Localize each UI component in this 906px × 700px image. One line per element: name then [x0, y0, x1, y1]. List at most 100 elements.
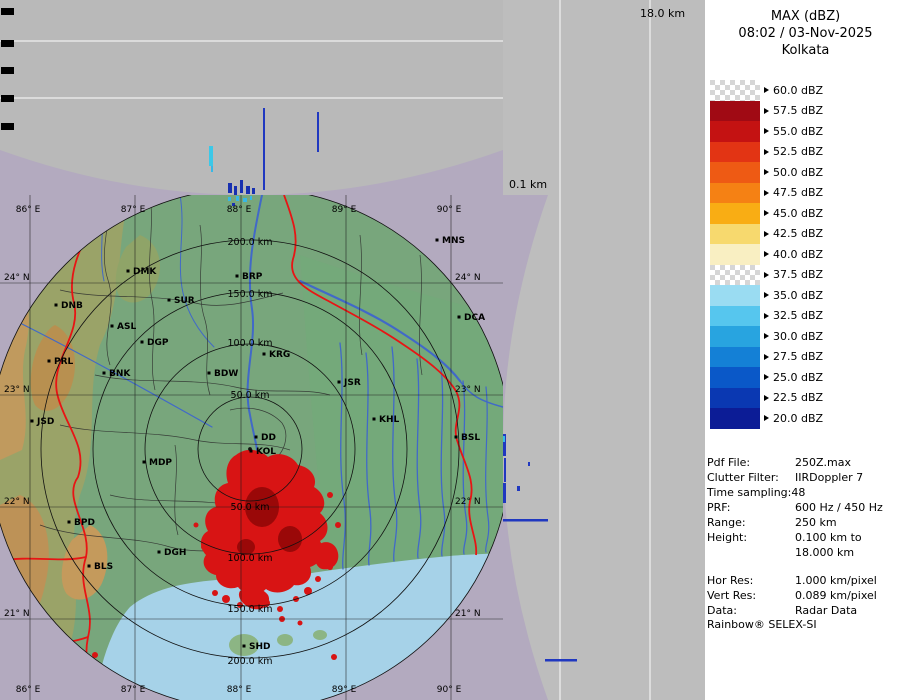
vendor-footer: Rainbow® SELEX-SI	[707, 618, 904, 631]
city-dot	[141, 341, 144, 344]
lat-label: 21° N	[455, 609, 481, 619]
city-label: MDP	[149, 458, 172, 468]
city-dot	[168, 299, 171, 302]
legend-panel: MAX (dBZ) 08:02 / 03-Nov-2025 Kolkata 60…	[705, 0, 906, 700]
scale-tick-arrow-icon	[764, 231, 769, 237]
top-height-profile-panel	[0, 0, 503, 195]
range-ring-label: 100.0 km	[228, 553, 273, 564]
city-dot	[103, 372, 106, 375]
scale-tick-arrow-icon	[764, 272, 769, 278]
city-dot	[68, 521, 71, 524]
product-datetime: 08:02 / 03-Nov-2025	[705, 25, 906, 42]
lon-label: 89° E	[332, 205, 357, 215]
scale-row: 30.0 dBZ	[710, 326, 823, 347]
city-dot	[436, 239, 439, 242]
side-profile-svg	[503, 0, 705, 700]
metadata-label	[707, 545, 795, 560]
metadata-label: Height:	[707, 530, 795, 545]
scale-row: 45.0 dBZ	[710, 203, 823, 224]
city-label: SUR	[174, 296, 195, 306]
scale-tick-arrow-icon	[764, 149, 769, 155]
scale-swatch	[710, 326, 760, 347]
scale-label: 42.5 dBZ	[773, 227, 823, 240]
scale-row: 37.5 dBZ	[710, 265, 823, 286]
scale-tick-arrow-icon	[764, 415, 769, 421]
city-label: BDW	[214, 369, 238, 379]
range-ring-label: 200.0 km	[228, 237, 273, 248]
scale-label: 30.0 dBZ	[773, 330, 823, 343]
metadata-block: Pdf File:250Z.maxClutter Filter:IIRDoppl…	[707, 455, 904, 618]
city-label: JSR	[343, 378, 361, 388]
lon-label: 88° E	[227, 685, 252, 695]
metadata-value: 600 Hz / 450 Hz	[795, 500, 883, 515]
scale-swatch	[710, 306, 760, 327]
city-label: KOL	[256, 447, 276, 457]
scale-swatch	[710, 388, 760, 409]
scale-row: 60.0 dBZ	[710, 80, 823, 101]
metadata-label: Vert Res:	[707, 588, 795, 603]
lon-label: 87° E	[121, 685, 146, 695]
range-ring-label: 200.0 km	[228, 656, 273, 667]
scale-swatch	[710, 162, 760, 183]
metadata-row: Height:0.100 km to	[707, 530, 904, 545]
station-name: Kolkata	[705, 42, 906, 59]
scale-swatch	[710, 142, 760, 163]
metadata-value: IIRDoppler 7	[795, 470, 863, 485]
scale-swatch	[710, 408, 760, 429]
lon-label: 86° E	[16, 685, 41, 695]
range-ring-label: 100.0 km	[228, 338, 273, 349]
scale-tick-arrow-icon	[764, 395, 769, 401]
metadata-value: 0.100 km to	[795, 530, 862, 545]
lat-label: 24° N	[455, 273, 481, 283]
lat-label: 23° N	[4, 385, 30, 395]
scale-tick-arrow-icon	[764, 374, 769, 380]
metadata-value: 18.000 km	[795, 545, 854, 560]
city-dot	[208, 372, 211, 375]
scale-row: 22.5 dBZ	[710, 388, 823, 409]
scale-row: 47.5 dBZ	[710, 183, 823, 204]
city-dot	[338, 381, 341, 384]
scale-tick-arrow-icon	[764, 128, 769, 134]
metadata-label: Hor Res:	[707, 573, 795, 588]
range-ring-label: 50.0 km	[231, 502, 270, 513]
metadata-label: Time sampling:48	[707, 485, 795, 500]
lon-label: 86° E	[16, 205, 41, 215]
scale-row: 50.0 dBZ	[710, 162, 823, 183]
scale-swatch	[710, 224, 760, 245]
scale-label: 52.5 dBZ	[773, 145, 823, 158]
city-dot	[255, 436, 258, 439]
scale-label: 40.0 dBZ	[773, 248, 823, 261]
metadata-row: Time sampling:48	[707, 485, 904, 500]
metadata-row: PRF:600 Hz / 450 Hz	[707, 500, 904, 515]
range-ring-label: 150.0 km	[228, 604, 273, 615]
scale-label: 57.5 dBZ	[773, 104, 823, 117]
scale-tick-arrow-icon	[764, 354, 769, 360]
scale-tick-arrow-icon	[764, 190, 769, 196]
scale-tick-arrow-icon	[764, 313, 769, 319]
scale-label: 37.5 dBZ	[773, 268, 823, 281]
scale-tick-arrow-icon	[764, 87, 769, 93]
lat-label: 21° N	[4, 609, 30, 619]
lat-label: 22° N	[4, 497, 30, 507]
city-label: MNS	[442, 236, 465, 246]
scale-label: 32.5 dBZ	[773, 309, 823, 322]
scale-tick-arrow-icon	[764, 108, 769, 114]
scale-row: 42.5 dBZ	[710, 224, 823, 245]
scale-row: 55.0 dBZ	[710, 121, 823, 142]
city-dot	[158, 551, 161, 554]
lat-label: 23° N	[455, 385, 481, 395]
scale-tick-arrow-icon	[764, 251, 769, 257]
scale-label: 50.0 dBZ	[773, 166, 823, 179]
scale-label: 22.5 dBZ	[773, 391, 823, 404]
city-label: BPD	[74, 518, 95, 528]
city-label: PRL	[54, 357, 74, 367]
city-dot	[127, 270, 130, 273]
scale-swatch	[710, 203, 760, 224]
height-axis-max-label: 18.0 km	[640, 7, 685, 20]
metadata-row: Pdf File:250Z.max	[707, 455, 904, 470]
metadata-value: 250Z.max	[795, 455, 851, 470]
city-dot	[143, 461, 146, 464]
scale-label: 45.0 dBZ	[773, 207, 823, 220]
lon-label: 90° E	[437, 685, 462, 695]
lon-label: 87° E	[121, 205, 146, 215]
